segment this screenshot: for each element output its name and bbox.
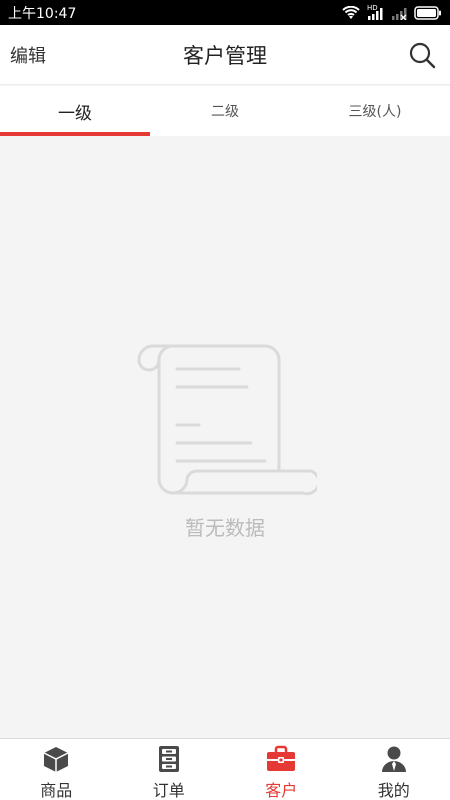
status-time: 上午10:47 xyxy=(8,5,77,22)
tab-label: 二级 xyxy=(211,104,239,120)
box-icon xyxy=(41,745,71,773)
tab-level-2[interactable]: 二级 xyxy=(150,86,300,136)
tab-label: 三级(人) xyxy=(348,104,402,120)
status-bar: 上午10:47 HD xyxy=(0,0,450,25)
edit-button[interactable]: 编辑 xyxy=(10,42,46,68)
signal-hd-icon: HD xyxy=(366,4,384,20)
empty-message: 暂无数据 xyxy=(185,516,265,540)
level-tabs: 一级 二级 三级(人) xyxy=(0,86,450,136)
nav-item-mine[interactable]: 我的 xyxy=(338,739,450,800)
search-button[interactable] xyxy=(406,39,438,71)
nav-label: 商品 xyxy=(40,781,73,800)
nav-item-products[interactable]: 商品 xyxy=(0,739,113,800)
search-icon xyxy=(409,42,436,68)
tab-level-1[interactable]: 一级 xyxy=(0,86,150,136)
content-area: 暂无数据 xyxy=(0,136,450,738)
battery-icon xyxy=(414,5,442,20)
status-icons: HD xyxy=(342,4,442,20)
tab-level-3[interactable]: 三级(人) xyxy=(300,86,450,136)
nav-item-orders[interactable]: 订单 xyxy=(113,739,226,800)
empty-scroll-icon xyxy=(133,341,321,497)
nav-label: 客户 xyxy=(265,781,298,800)
nav-item-customers[interactable]: 客户 xyxy=(225,739,338,800)
page-title: 客户管理 xyxy=(183,43,267,68)
bottom-nav: 商品 订单 客户 我的 xyxy=(0,738,450,800)
briefcase-icon xyxy=(266,745,296,773)
signal-empty-icon xyxy=(390,6,408,20)
nav-label: 我的 xyxy=(377,781,410,800)
nav-label: 订单 xyxy=(152,781,185,800)
wifi-icon xyxy=(342,5,360,20)
cabinet-icon xyxy=(154,745,184,773)
person-icon xyxy=(379,745,409,773)
app-header: 编辑 客户管理 xyxy=(0,25,450,85)
tab-label: 一级 xyxy=(58,103,92,124)
